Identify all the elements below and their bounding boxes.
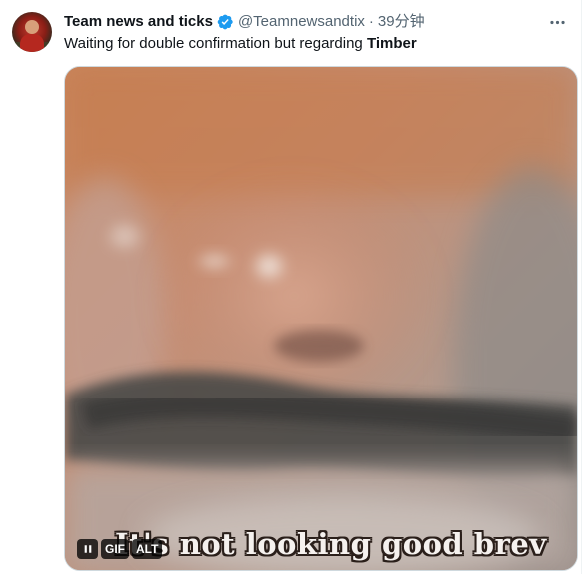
display-name[interactable]: Team news and ticks [64,12,213,32]
gif-caption: It's not looking good brev [115,527,547,561]
tweet[interactable]: Team news and ticks @Teamnewsandtix · 39… [0,0,582,574]
gif-badge: GIF [101,539,129,559]
avatar-head [25,20,39,34]
alt-text-button[interactable]: ALT [132,539,163,559]
verified-badge-icon[interactable] [216,13,234,31]
tweet-text-bold: Timber [366,35,417,52]
tweet-text-prefix: Waiting for double confirmation but rega… [64,35,367,52]
separator-dot: · [368,13,374,30]
more-horizontal-icon[interactable] [548,13,567,32]
pause-icon [84,545,91,553]
avatar-body [20,34,44,52]
avatar[interactable] [12,12,52,52]
tweet-text: Waiting for double confirmation but rega… [64,34,417,54]
author-handle[interactable]: @Teamnewsandtix [238,12,365,32]
gif-frame-image [65,67,577,570]
tweet-header: Team news and ticks @Teamnewsandtix · 39… [64,12,425,32]
pause-button[interactable] [77,539,98,559]
gif-controls: GIF ALT [77,539,163,559]
tweet-media-gif[interactable]: It's not looking good brev GIF ALT [64,66,578,571]
timestamp[interactable]: 39分钟 [378,12,425,32]
